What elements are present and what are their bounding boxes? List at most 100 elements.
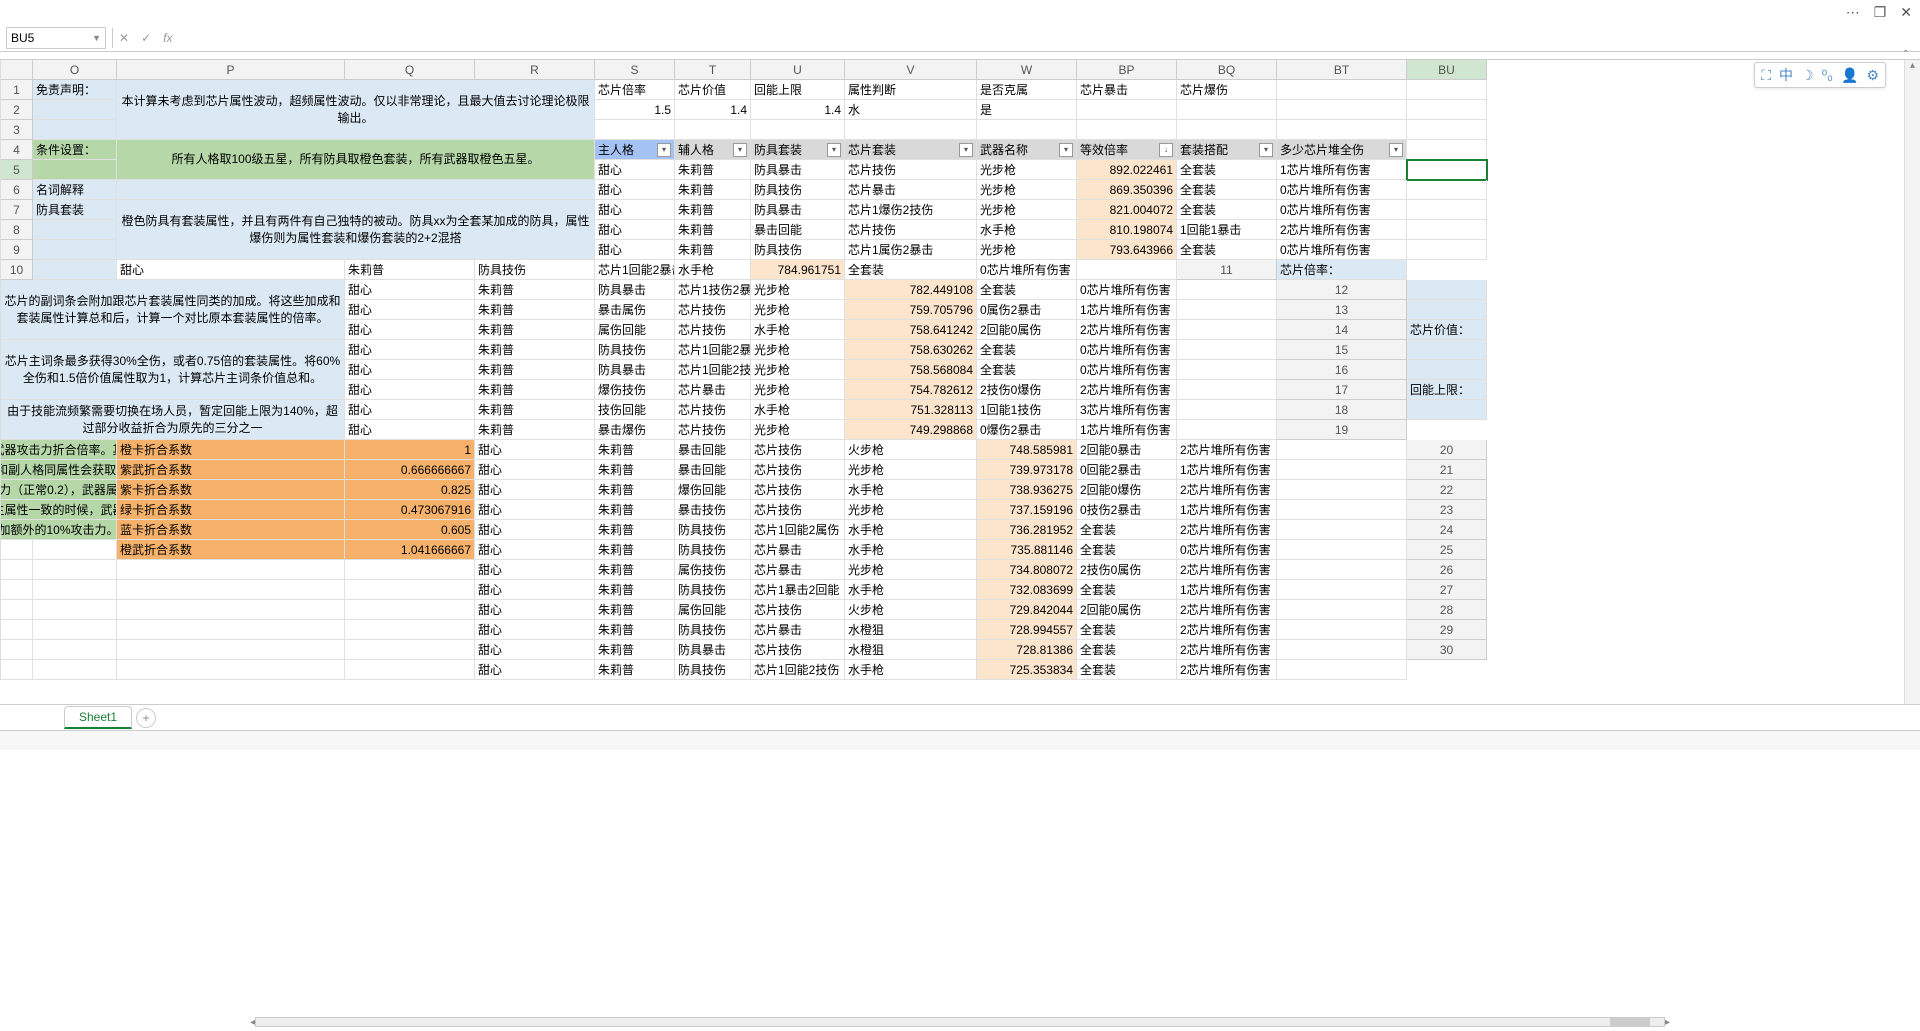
d-w-9[interactable]: 光步枪 <box>977 240 1077 260</box>
d-u-12[interactable]: 暴击属伤 <box>595 300 675 320</box>
r-29[interactable] <box>345 640 475 660</box>
d-v-15[interactable]: 芯片1回能2技伤 <box>675 360 751 380</box>
col-header-P[interactable]: P <box>117 60 345 80</box>
d-bu-7[interactable] <box>1407 200 1487 220</box>
d-v-22[interactable]: 芯片技伤 <box>751 500 845 520</box>
q-28[interactable] <box>117 620 345 640</box>
d-bq-19[interactable]: 2回能0暴击 <box>1077 440 1177 460</box>
d-v-14[interactable]: 芯片1回能2暴击 <box>675 340 751 360</box>
o-27[interactable] <box>1 600 33 620</box>
p-26[interactable] <box>33 580 117 600</box>
vertical-scrollbar[interactable]: ▴ <box>1904 60 1920 704</box>
d-s-10[interactable]: 甜心 <box>117 260 345 280</box>
tool-icon-4[interactable]: 👤 <box>1841 67 1858 84</box>
d-u-20[interactable]: 暴击回能 <box>675 460 751 480</box>
d-s-6[interactable]: 甜心 <box>595 180 675 200</box>
d-u-22[interactable]: 暴击技伤 <box>675 500 751 520</box>
close-icon[interactable]: ✕ <box>1900 4 1912 21</box>
o-25[interactable] <box>1 560 33 580</box>
filter-dropdown-icon[interactable]: ▾ <box>1389 143 1403 157</box>
d-bu-30[interactable] <box>1277 660 1407 680</box>
d-t-23[interactable]: 朱莉普 <box>595 520 675 540</box>
d-v-18[interactable]: 芯片技伤 <box>675 420 751 440</box>
d-w-17[interactable]: 水手枪 <box>751 400 845 420</box>
d-bp-9[interactable]: 793.643966 <box>1077 240 1177 260</box>
d-bt-9[interactable]: 0芯片堆所有伤害 <box>1277 240 1407 260</box>
d-bp-8[interactable]: 810.198074 <box>1077 220 1177 240</box>
d-u-27[interactable]: 属伤回能 <box>675 600 751 620</box>
d-s-19[interactable]: 甜心 <box>475 440 595 460</box>
d-u-14[interactable]: 防具技伤 <box>595 340 675 360</box>
d-bu-24[interactable] <box>1277 540 1407 560</box>
col-header-S[interactable]: S <box>595 60 675 80</box>
c2-2[interactable] <box>1277 100 1407 120</box>
c3-7[interactable] <box>1277 120 1407 140</box>
row-header-5[interactable]: 5 <box>1 160 33 180</box>
row-header-30[interactable]: 30 <box>1407 640 1487 660</box>
d-bu-16[interactable] <box>1177 380 1277 400</box>
d-bq-7[interactable]: 全套装 <box>1177 200 1277 220</box>
row-header-7[interactable]: 7 <box>1 200 33 220</box>
row-header-21[interactable]: 21 <box>1407 460 1487 480</box>
p-24[interactable] <box>33 540 117 560</box>
d-v-20[interactable]: 芯片技伤 <box>751 460 845 480</box>
col-header-V[interactable]: V <box>845 60 977 80</box>
d-bu-8[interactable] <box>1407 220 1487 240</box>
row-header-16[interactable]: 16 <box>1277 360 1407 380</box>
d-v-8[interactable]: 芯片技伤 <box>845 220 977 240</box>
filter-dropdown-icon[interactable]: ▾ <box>733 143 747 157</box>
d-v-24[interactable]: 芯片暴击 <box>751 540 845 560</box>
d-bu-18[interactable] <box>1177 420 1277 440</box>
d-s-7[interactable]: 甜心 <box>595 200 675 220</box>
row-header-22[interactable]: 22 <box>1407 480 1487 500</box>
r-27[interactable] <box>345 600 475 620</box>
tool-icon-2[interactable]: ☽ <box>1801 67 1814 84</box>
d-t-28[interactable]: 朱莉普 <box>595 620 675 640</box>
d-bu-9[interactable] <box>1407 240 1487 260</box>
d-t-8[interactable]: 朱莉普 <box>675 220 751 240</box>
d-bp-18[interactable]: 749.298868 <box>845 420 977 440</box>
d-w-26[interactable]: 水手枪 <box>845 580 977 600</box>
sheet-tab-1[interactable]: Sheet1 <box>64 706 132 729</box>
d-w-19[interactable]: 火步枪 <box>845 440 977 460</box>
d-bt-28[interactable]: 2芯片堆所有伤害 <box>1177 620 1277 640</box>
d-bu-26[interactable] <box>1277 580 1407 600</box>
d-v-23[interactable]: 芯片1回能2属伤 <box>751 520 845 540</box>
d-bt-10[interactable]: 0芯片堆所有伤害 <box>977 260 1077 280</box>
row-header-27[interactable]: 27 <box>1407 580 1487 600</box>
d-bq-12[interactable]: 0属伤2暴击 <box>977 300 1077 320</box>
d-v-6[interactable]: 芯片暴击 <box>845 180 977 200</box>
d-s-29[interactable]: 甜心 <box>475 640 595 660</box>
q-27[interactable] <box>117 600 345 620</box>
d-bq-28[interactable]: 全套装 <box>1077 620 1177 640</box>
d-bu-17[interactable] <box>1177 400 1277 420</box>
d-bp-30[interactable]: 725.353834 <box>977 660 1077 680</box>
d-w-16[interactable]: 光步枪 <box>751 380 845 400</box>
row-header-26[interactable]: 26 <box>1407 560 1487 580</box>
d-u-21[interactable]: 爆伤回能 <box>675 480 751 500</box>
d-w-15[interactable]: 光步枪 <box>751 360 845 380</box>
d-s-21[interactable]: 甜心 <box>475 480 595 500</box>
d-s-13[interactable]: 甜心 <box>345 320 475 340</box>
d-bq-13[interactable]: 2回能0属伤 <box>977 320 1077 340</box>
d-v-5[interactable]: 芯片技伤 <box>845 160 977 180</box>
r-28[interactable] <box>345 620 475 640</box>
d-bq-6[interactable]: 全套装 <box>1177 180 1277 200</box>
d-v-11[interactable]: 芯片1技伤2暴击 <box>675 280 751 300</box>
d-bt-25[interactable]: 2芯片堆所有伤害 <box>1177 560 1277 580</box>
col-header-BQ[interactable]: BQ <box>1177 60 1277 80</box>
c3-5[interactable] <box>1077 120 1177 140</box>
d-bp-13[interactable]: 758.641242 <box>845 320 977 340</box>
d-w-30[interactable]: 水手枪 <box>845 660 977 680</box>
col-header-BP[interactable]: BP <box>1077 60 1177 80</box>
d-t-11[interactable]: 朱莉普 <box>475 280 595 300</box>
filter-dropdown-icon[interactable]: ▾ <box>657 143 671 157</box>
d-w-23[interactable]: 水手枪 <box>845 520 977 540</box>
row-header-23[interactable]: 23 <box>1407 500 1487 520</box>
d-u-17[interactable]: 技伤回能 <box>595 400 675 420</box>
d-w-11[interactable]: 光步枪 <box>751 280 845 300</box>
row-header-20[interactable]: 20 <box>1407 440 1487 460</box>
d-t-18[interactable]: 朱莉普 <box>475 420 595 440</box>
q-30[interactable] <box>117 660 345 680</box>
d-w-8[interactable]: 水手枪 <box>977 220 1077 240</box>
